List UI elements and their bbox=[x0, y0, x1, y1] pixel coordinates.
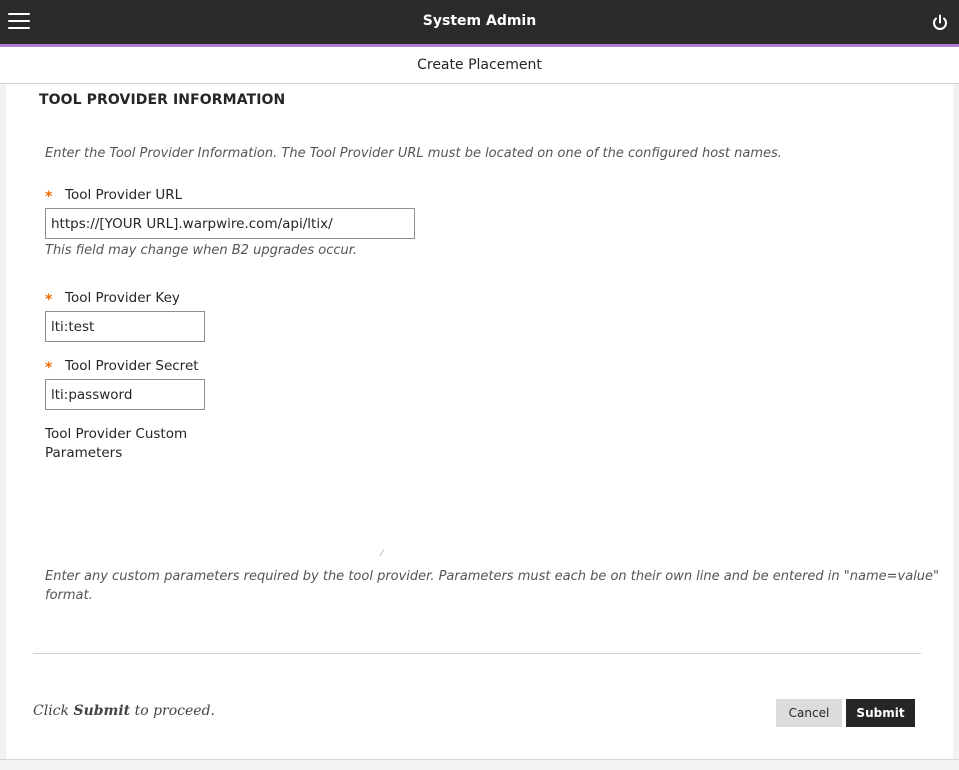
required-marker: * bbox=[45, 292, 53, 308]
custom-params-label-line1: Tool Provider Custom bbox=[45, 426, 188, 442]
divider bbox=[33, 653, 921, 654]
custom-params-label-line2: Parameters bbox=[45, 445, 123, 461]
page-title: Create Placement bbox=[0, 47, 959, 84]
hamburger-menu-icon[interactable] bbox=[8, 11, 32, 31]
proceed-suffix: to proceed. bbox=[134, 703, 216, 719]
section-instructions: Enter the Tool Provider Information. The… bbox=[45, 146, 782, 161]
resize-handle-icon[interactable]: ⁄ bbox=[381, 549, 383, 559]
proceed-instruction: Click Submit to proceed. bbox=[33, 703, 215, 719]
submit-button[interactable]: Submit bbox=[846, 699, 915, 727]
custom-params-textarea[interactable] bbox=[45, 468, 389, 558]
form-panel bbox=[6, 84, 953, 759]
proceed-prefix: Click bbox=[33, 703, 69, 719]
required-marker: * bbox=[45, 189, 53, 205]
bottom-edge bbox=[0, 759, 959, 760]
power-icon[interactable] bbox=[930, 13, 950, 33]
custom-params-hint-line2: format. bbox=[45, 588, 93, 603]
custom-params-hint-line1: Enter any custom parameters required by … bbox=[45, 569, 940, 584]
proceed-bold: Submit bbox=[73, 703, 131, 719]
required-marker: * bbox=[45, 360, 53, 376]
url-hint: This field may change when B2 upgrades o… bbox=[45, 243, 358, 258]
cancel-button[interactable]: Cancel bbox=[776, 699, 842, 727]
key-label: Tool Provider Key bbox=[65, 290, 180, 306]
tool-provider-key-input[interactable] bbox=[45, 311, 205, 342]
app-title: System Admin bbox=[422, 13, 537, 29]
tool-provider-secret-input[interactable] bbox=[45, 379, 205, 410]
section-title: TOOL PROVIDER INFORMATION bbox=[39, 92, 286, 108]
secret-label: Tool Provider Secret bbox=[65, 358, 199, 374]
tool-provider-url-input[interactable] bbox=[45, 208, 415, 239]
url-label: Tool Provider URL bbox=[65, 187, 183, 203]
